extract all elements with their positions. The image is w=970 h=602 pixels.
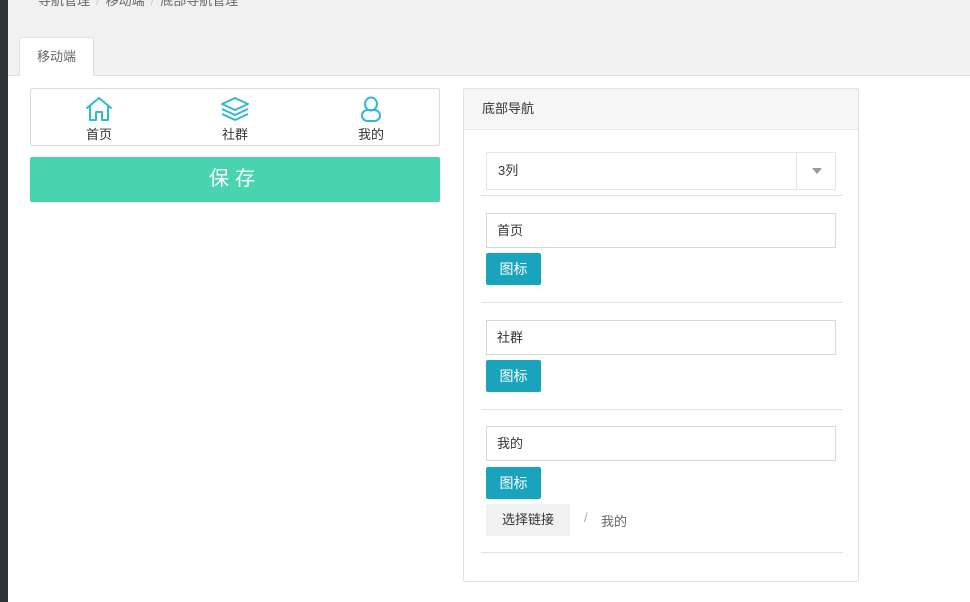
choose-icon-button[interactable]: 图标 (486, 467, 541, 499)
breadcrumb-item[interactable]: 导航管理 (38, 0, 90, 8)
columns-select-value: 3列 (498, 163, 519, 178)
breadcrumb-separator: / (150, 0, 155, 8)
nav-item-name-input[interactable]: 社群 (486, 320, 836, 355)
divider (481, 302, 843, 303)
columns-select[interactable]: 3列 (486, 152, 836, 190)
bottom-nav-preview: 首页 社群 我的 (30, 88, 440, 146)
preview-nav-item-mine[interactable]: 我的 (331, 96, 411, 143)
link-separator: / (584, 510, 588, 525)
select-toggle[interactable] (796, 153, 835, 189)
panel-title: 底部导航 (464, 89, 858, 130)
selected-link-text: 我的 (601, 514, 628, 529)
choose-icon-button[interactable]: 图标 (486, 253, 541, 285)
top-bar: 导航管理 / 移动端 / 底部导航管理 (8, 0, 970, 76)
preview-nav-item-community[interactable]: 社群 (195, 96, 275, 143)
nav-item-name-input[interactable]: 首页 (486, 213, 836, 248)
breadcrumb-separator: / (96, 0, 100, 8)
nav-item-name-input[interactable]: 我的 (486, 426, 836, 461)
preview-nav-label: 我的 (357, 127, 384, 142)
divider (481, 409, 843, 410)
save-button[interactable]: 保存 (30, 157, 440, 202)
divider (481, 195, 843, 196)
tab-mobile[interactable]: 移动端 (19, 37, 94, 76)
sidebar-rail (0, 0, 8, 602)
preview-nav-label: 首页 (85, 127, 112, 142)
layers-icon (221, 97, 249, 121)
chevron-down-icon (812, 168, 822, 174)
bottom-nav-settings-panel: 底部导航 3列 首页 图标 社群 图标 我的 图标 选择链接 / 我的 (463, 88, 859, 582)
divider (481, 552, 843, 553)
preview-nav-label: 社群 (221, 127, 248, 142)
user-icon (361, 96, 381, 122)
select-link-button[interactable]: 选择链接 (486, 504, 570, 536)
breadcrumb: 导航管理 / 移动端 / 底部导航管理 (38, 0, 238, 9)
choose-icon-button[interactable]: 图标 (486, 360, 541, 392)
breadcrumb-item[interactable]: 移动端 (106, 0, 145, 8)
breadcrumb-item: 底部导航管理 (160, 0, 239, 8)
home-icon (86, 97, 112, 121)
preview-nav-item-home[interactable]: 首页 (59, 96, 139, 143)
